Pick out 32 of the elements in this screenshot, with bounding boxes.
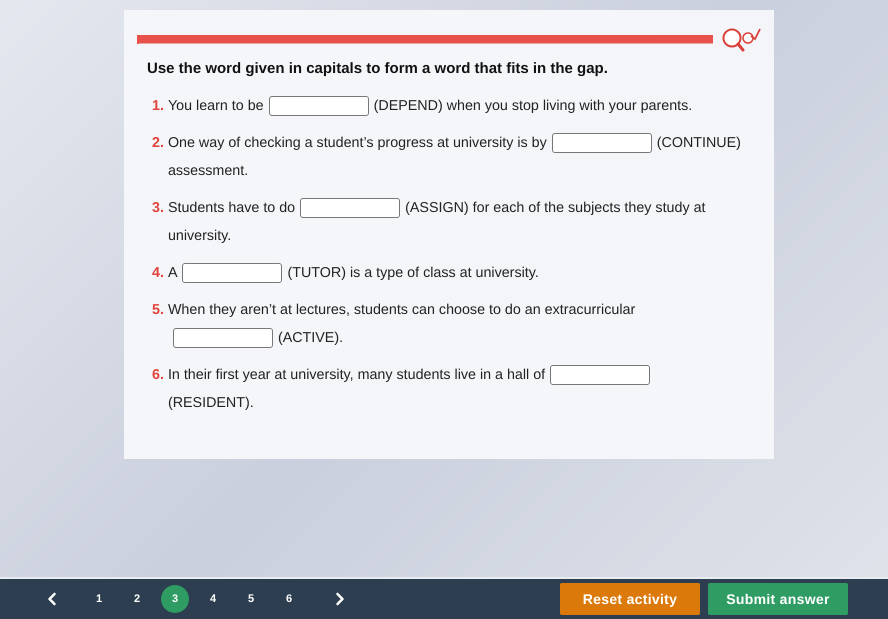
answer-field[interactable] [552,133,652,154]
question-number: 4. [152,264,164,283]
page-button[interactable]: 2 [123,585,151,613]
question-number: 1. [152,97,164,116]
question-text: assessment. [168,163,248,179]
question-text: university. [168,228,232,244]
answer-field[interactable] [268,96,369,116]
page-button[interactable]: 6 [275,585,303,613]
question-number: 6. [152,366,164,385]
question-text: (DEPEND) when you stop living with your parents. [374,98,692,114]
instruction: Use the word given in capitals to form a word that fits in the gap. [147,60,609,77]
answer-field[interactable] [172,328,273,348]
answer-field[interactable] [300,198,400,218]
question-text: One way of checking a student’s progress at university is by [168,135,547,151]
page-button[interactable]: 1 [85,585,113,613]
page-button[interactable]: 4 [199,585,227,613]
question-text: In their first year at university, many students live in a hall of [168,367,546,383]
question-text: You learn to be [168,98,264,114]
page-button[interactable]: 5 [237,585,265,613]
answer-field[interactable] [550,365,650,386]
question-text: (ACTIVE). [278,330,344,346]
question-number: 5. [152,301,164,320]
answer-field[interactable] [182,263,282,284]
question-text: (TUTOR) is a type of class at university. [287,265,539,281]
question-text: (CONTINUE) [656,135,741,151]
question-text: (RESIDENT). [168,395,254,411]
question-text: Students have to do [168,200,296,216]
question-number: 2. [152,134,164,153]
question-text: (ASSIGN) for each of the subjects they study at [405,200,706,216]
question-text: A [168,265,178,281]
question-text: When they aren’t at lectures, students can choose to do an extracurricular [168,302,636,318]
question-number: 3. [152,199,164,218]
